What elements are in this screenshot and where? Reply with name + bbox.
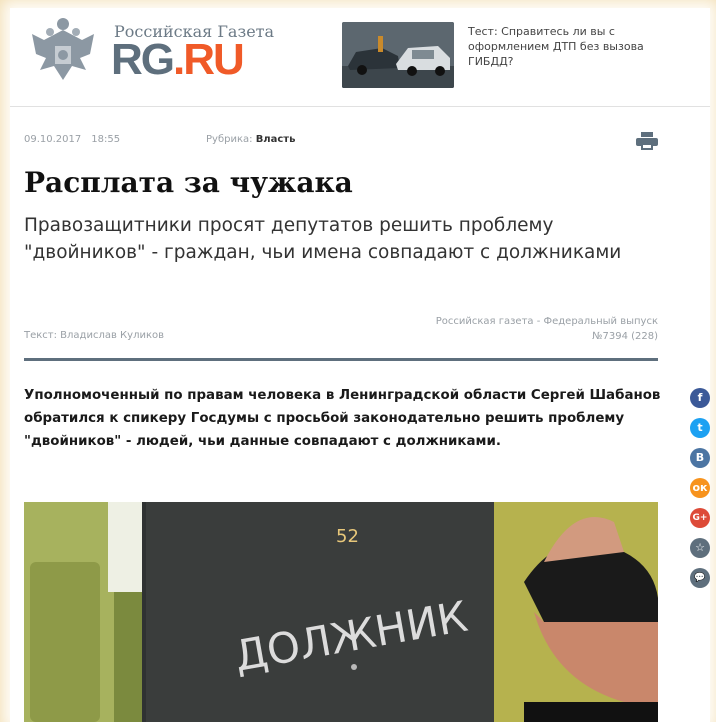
page-frame: Российская Газета RG.RU Тест: Справитесь… [10,8,710,722]
article-datetime: 09.10.2017 18:55 [24,134,120,145]
rubric-label: Рубрика: [206,134,253,145]
rgru-logo[interactable]: RG.RU [111,35,245,84]
promo-link[interactable]: Тест: Справитесь ли вы с оформлением ДТП… [468,24,678,69]
print-icon[interactable] [636,132,658,150]
photo-image: 52 ДОЛЖНИК [24,502,658,722]
article-time: 18:55 [91,134,121,145]
article-subtitle: Правозащитники просят депутатов решить п… [24,215,622,263]
article-divider [24,358,658,361]
google-plus-share-icon[interactable]: G+ [690,508,710,528]
facebook-share-icon[interactable]: f [690,388,710,408]
article-date: 09.10.2017 [24,134,82,145]
article-title: Расплата за чужака [24,166,353,199]
coat-of-arms-logo[interactable] [24,14,102,92]
twitter-share-icon[interactable]: t [690,418,710,438]
odnoklassniki-share-icon[interactable]: ок [690,478,710,498]
article-rubric: Рубрика: Власть [206,134,295,145]
source-edition[interactable]: Российская газета - Федеральный выпуск [340,314,658,329]
source-issue: №7394 (228) [592,331,658,342]
door-number: 52 [336,526,359,547]
site-header: Российская Газета RG.RU Тест: Справитесь… [10,8,710,100]
social-share-bar: f t В ок G+ ☆ 💬 [690,388,710,598]
article-author: Текст: Владислав Куликов [24,330,165,341]
header-divider [10,106,710,107]
bookmark-icon[interactable]: ☆ [690,538,710,558]
logo-ru: RU [183,35,245,84]
vk-share-icon[interactable]: В [690,448,710,468]
promo-car-image [342,22,454,88]
rubric-link[interactable]: Власть [256,134,296,145]
promo-thumbnail[interactable] [342,22,454,88]
comment-icon[interactable]: 💬 [690,568,710,588]
article-lead: Уполномоченный по правам человека в Лени… [24,388,661,449]
logo-dot: . [173,35,185,84]
article-photo: 52 ДОЛЖНИК [24,502,658,722]
publication-source: Российская газета - Федеральный выпуск №… [340,314,658,344]
logo-rg: RG [111,35,175,84]
